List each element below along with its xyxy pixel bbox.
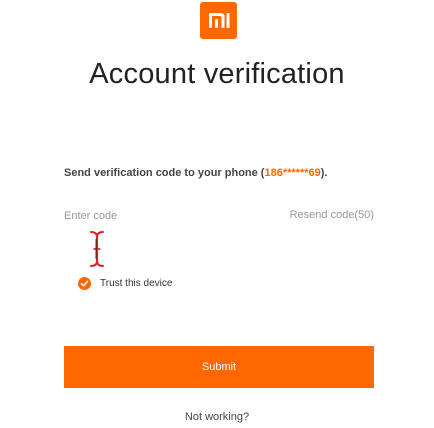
instructions-prefix: Send verification code to your phone ( — [64, 167, 265, 179]
trust-device-label[interactable]: Trust this device — [100, 278, 172, 289]
masked-phone-number: 186******69 — [264, 167, 321, 179]
verification-page: Account verification Send verification c… — [0, 0, 434, 428]
checkmark-icon — [80, 280, 89, 287]
not-working-link[interactable]: Not working? — [0, 411, 434, 423]
instructions-suffix: ). — [320, 167, 328, 179]
resend-code-link[interactable]: Resend code(50) — [290, 209, 374, 221]
verification-instructions: Send verification code to your phone (18… — [64, 167, 327, 179]
submit-button[interactable]: Submit — [64, 346, 374, 388]
text-cursor-icon — [87, 229, 107, 269]
code-entry-row: Resend code(50) — [64, 208, 374, 224]
verification-code-input[interactable] — [64, 208, 264, 224]
mi-logo-icon — [200, 2, 237, 39]
trust-device-option[interactable]: Trust this device — [78, 274, 172, 292]
page-title: Account verification — [89, 58, 345, 90]
trust-device-checkbox[interactable] — [78, 276, 91, 290]
